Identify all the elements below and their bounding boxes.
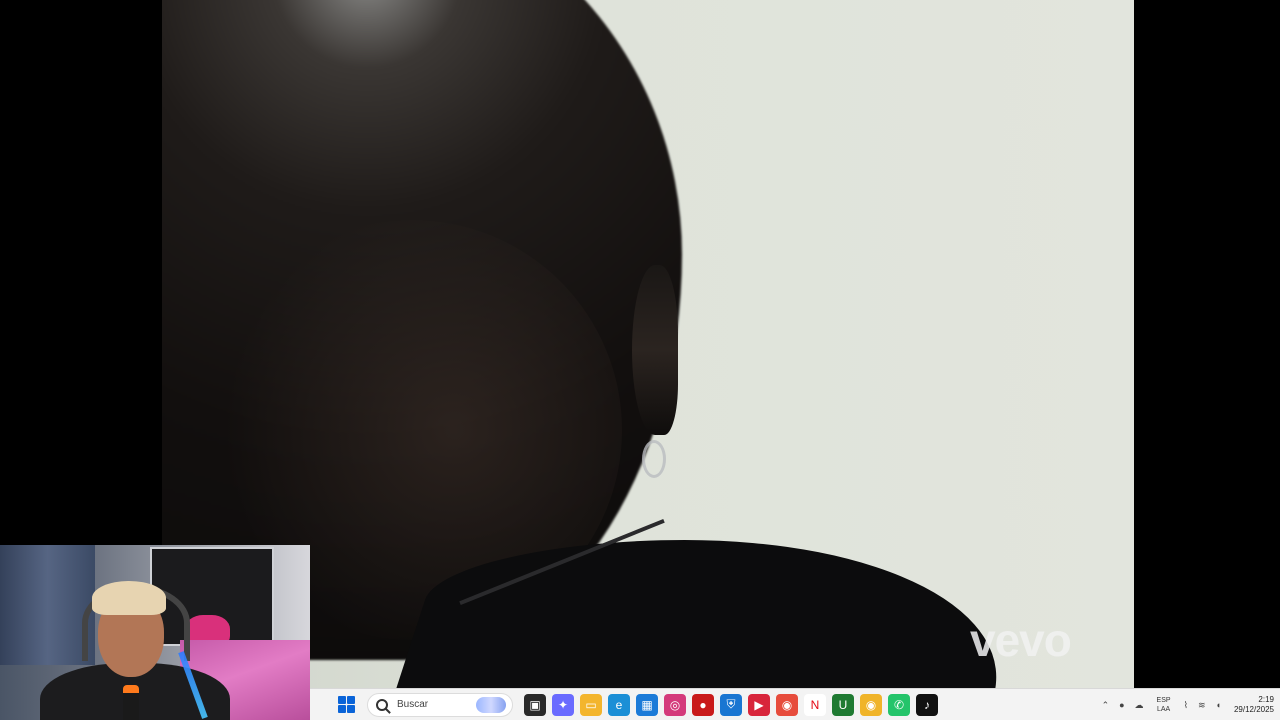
windows-start-icon[interactable] — [338, 696, 355, 713]
tiktok-icon[interactable]: ♪ — [916, 693, 938, 716]
chevron-up-icon[interactable]: ⌃ — [1102, 700, 1110, 711]
webcam-curtain — [0, 545, 95, 665]
record-app-icon[interactable]: ● — [692, 693, 714, 716]
edge-icon[interactable]: e — [608, 693, 630, 716]
search-placeholder: Buscar — [397, 699, 429, 710]
clock-time: 2:19 — [1258, 695, 1274, 704]
file-explorer-icon[interactable]: ▭ — [580, 693, 602, 716]
system-tray: ⌃ ● ☁ ESP LAA ⌇ ≋ ◖ 2:19 29/12/2025 — [1097, 689, 1280, 720]
chrome-profile-icon[interactable]: ◉ — [860, 693, 882, 716]
taskbar: Buscar ▣ ✦ ▭ e ▦ ◎ ● ⛨ ▶ ◉ N U ◉ ✆ ♪ ⌃ ● ☁ ESP LAA ⌇ ≋… — [310, 688, 1280, 720]
utorrent-icon[interactable]: U — [832, 693, 854, 716]
video-subject-ear — [632, 265, 678, 435]
video-app-icon[interactable]: ▶ — [748, 693, 770, 716]
volume-icon[interactable]: ◖ — [1216, 700, 1221, 710]
chrome-icon[interactable]: ◉ — [776, 693, 798, 716]
webcam-cap — [92, 581, 166, 615]
tray-app-icon[interactable]: ● — [1119, 700, 1124, 710]
taskbar-search[interactable]: Buscar — [367, 692, 513, 717]
tray-cloud-icon[interactable]: ☁ — [1135, 700, 1144, 711]
wifi-icon[interactable]: ≋ — [1198, 700, 1206, 711]
taskbar-apps: ▣ ✦ ▭ e ▦ ◎ ● ⛨ ▶ ◉ N U ◉ ✆ ♪ — [521, 693, 941, 716]
webcam-microphone — [123, 685, 139, 720]
instagram-icon[interactable]: ◎ — [664, 693, 686, 716]
search-icon — [376, 698, 388, 711]
vpn-shield-icon[interactable]: ⛨ — [720, 693, 742, 716]
microsoft-store-icon[interactable]: ▦ — [636, 693, 658, 716]
screen: vevo Buscar ▣ ✦ ▭ e ▦ ◎ ● ⛨ ▶ ◉ N U ◉ ✆ ♪ ⌃ ● ☁ ESP — [0, 0, 1280, 720]
whatsapp-icon[interactable]: ✆ — [888, 693, 910, 716]
language-indicator[interactable]: ESP LAA — [1157, 696, 1171, 714]
clock[interactable]: 2:19 29/12/2025 — [1234, 695, 1274, 715]
microphone-icon[interactable]: ⌇ — [1184, 700, 1188, 711]
language-bottom: LAA — [1156, 706, 1171, 713]
task-view-icon[interactable]: ▣ — [524, 693, 546, 716]
language-top: ESP — [1156, 697, 1171, 704]
netflix-icon[interactable]: N — [804, 693, 826, 716]
copilot-icon[interactable]: ✦ — [552, 693, 574, 716]
clock-date: 29/12/2025 — [1233, 705, 1274, 714]
vevo-watermark: vevo — [970, 614, 1072, 666]
webcam-overlay — [0, 545, 310, 720]
video-subject-earring — [642, 440, 666, 478]
search-highlight-icon — [476, 696, 506, 713]
